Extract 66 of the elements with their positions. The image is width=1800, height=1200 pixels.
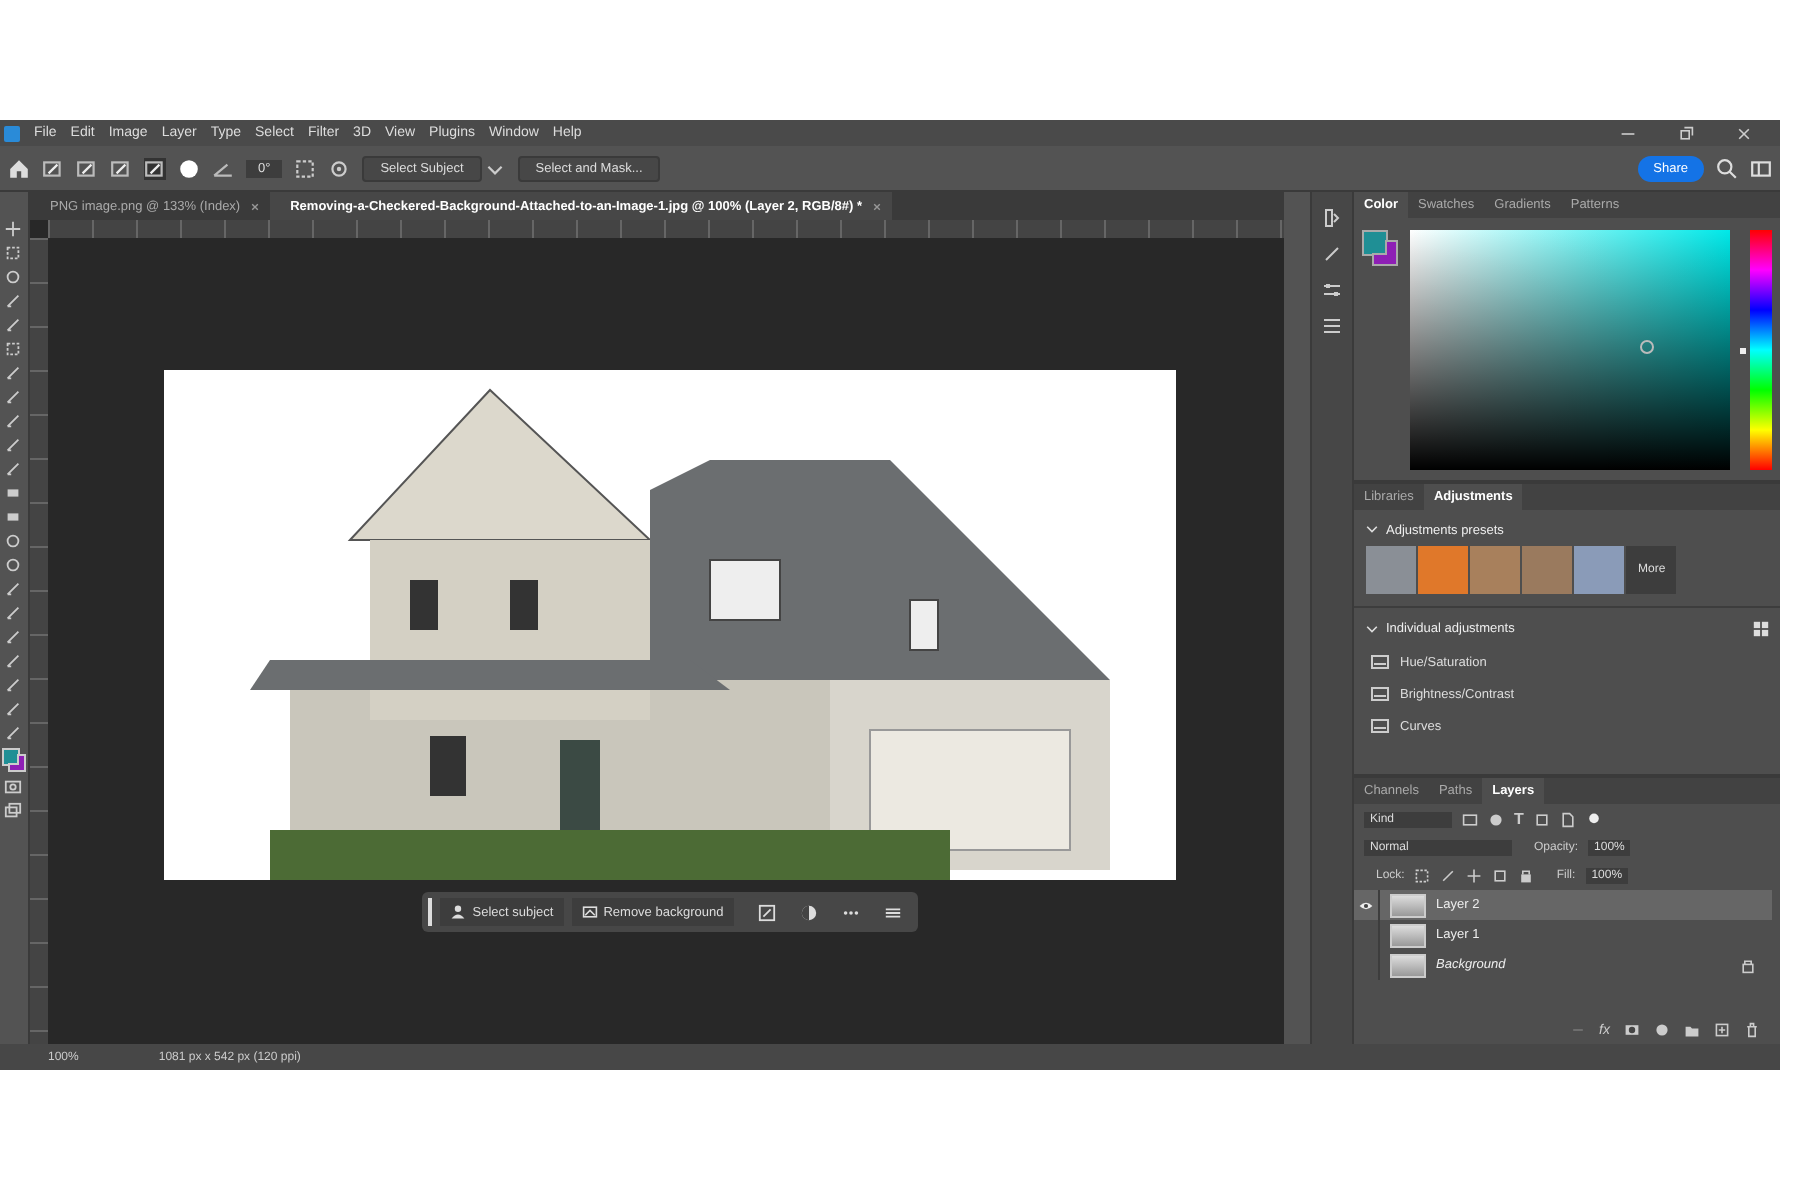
frame-tool-icon[interactable] [4,340,23,358]
marquee-tool-icon[interactable] [4,244,23,262]
preset-thumbnail[interactable] [1574,546,1624,594]
history-icon[interactable] [1322,208,1343,228]
grid-view-icon[interactable] [1752,620,1770,638]
foreground-swatch[interactable] [1362,230,1388,256]
lock-pixels-icon[interactable] [1414,868,1431,884]
type-filter-button[interactable]: T [1514,810,1524,828]
preset-thumbnail[interactable] [1366,546,1416,594]
chevron-icon[interactable] [1364,522,1380,538]
adjustment-filter-icon[interactable] [1488,811,1504,827]
adjustment-layer-icon[interactable] [1654,1022,1670,1038]
brush-size-icon[interactable] [178,157,200,179]
brush-icon[interactable] [42,157,64,179]
close-icon[interactable] [248,199,263,213]
toggle-icon[interactable] [1585,811,1602,827]
move-tool-icon[interactable] [4,220,23,238]
move-lock-icon[interactable] [1466,868,1483,884]
person-icon [450,904,467,920]
preset-thumbnail[interactable] [1418,546,1468,594]
background-swatch[interactable] [1372,240,1398,266]
settings-icon[interactable] [883,903,902,921]
new-layer-icon[interactable] [1714,1022,1730,1038]
adjustments-icon[interactable] [1322,316,1343,336]
hue-slider-thumb[interactable] [1740,348,1746,354]
app-logo-icon[interactable] [4,125,20,141]
layer-thumbnail [1390,923,1426,947]
eye-icon[interactable] [1358,897,1374,913]
pressure-icon[interactable] [328,157,351,179]
adjustment-icon [1370,716,1390,736]
brush-icon[interactable] [76,157,98,179]
trash-icon[interactable] [1744,1022,1760,1038]
screen-mode-icon[interactable] [4,802,23,820]
close-icon[interactable] [1736,125,1752,141]
transform-icon[interactable] [757,903,776,921]
lock-icon[interactable] [1518,868,1535,884]
adjustment-icon [1370,684,1390,704]
brush-settings-icon[interactable] [1322,244,1343,264]
brush-icon[interactable] [110,157,132,179]
workspace-icon[interactable] [1750,157,1772,179]
chevron-icon[interactable] [1364,621,1380,637]
artboard-lock-icon[interactable] [1492,868,1509,884]
brush-icon[interactable] [144,157,166,179]
color-field[interactable] [1410,230,1730,470]
folder-icon[interactable] [1684,1022,1700,1038]
home-icon[interactable] [8,157,30,179]
background-swatch[interactable] [7,754,26,772]
quick-mask-icon[interactable] [4,778,23,796]
smart-object-filter-icon[interactable] [1559,811,1576,827]
mask-icon[interactable] [1624,1022,1640,1038]
search-icon[interactable] [1716,157,1738,179]
preset-thumbnail[interactable] [1522,546,1572,594]
sample-icon[interactable] [294,157,317,179]
layer-thumbnail [1390,893,1426,917]
close-icon[interactable] [870,199,885,213]
adjustment-icon [1370,652,1390,672]
preset-thumbnail[interactable] [1470,546,1520,594]
restore-icon[interactable] [1678,125,1694,141]
layer-thumbnail [1390,953,1426,977]
shape-filter-icon[interactable] [1533,811,1550,827]
adjustment-icon[interactable] [799,903,818,921]
color-picker-ring[interactable] [1640,340,1654,354]
brush-lock-icon[interactable] [1440,868,1457,884]
image-filter-icon[interactable] [1462,811,1478,827]
image-icon [581,904,598,920]
properties-icon[interactable] [1322,280,1343,300]
